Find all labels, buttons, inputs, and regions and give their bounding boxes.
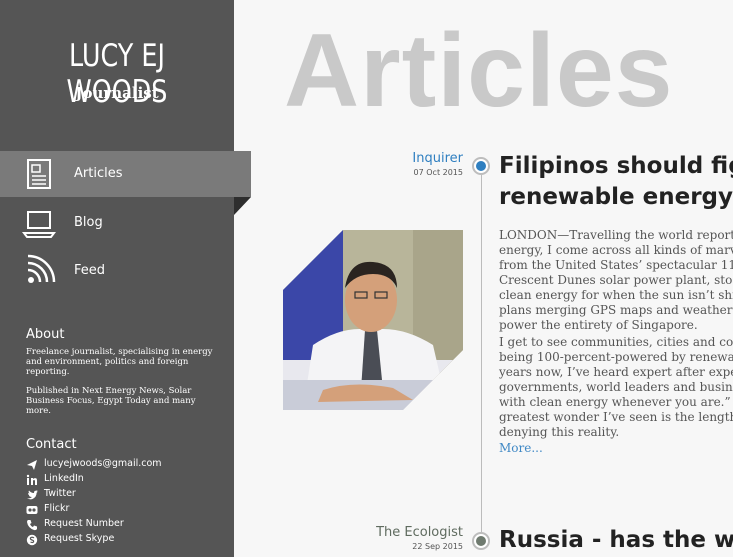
paragraph-line: clean energy for when the sun isn’t shin… [499,288,733,302]
about-text-2: Published in Next Energy News, Solar Bus… [26,386,216,416]
about-text-1: Freelance journalist, specialising in en… [26,347,216,377]
contact-phone-label: Request Number [44,518,124,529]
article-source[interactable]: Inquirer [412,151,463,166]
paragraph-line: greatest wonder I’ve seen is the lengths… [499,410,733,424]
article-title-line: renewable energy [499,184,733,210]
article-title[interactable]: Russia - has the world [499,525,733,556]
contact-flickr-label: Flickr [44,503,70,514]
paragraph-line: years now, I’ve heard expert after exper… [499,365,733,379]
laptop-icon [22,211,56,238]
about-line: reporting. [26,367,70,377]
nav-label-articles: Articles [74,166,123,181]
paragraph-line: denying this reality. [499,425,620,439]
article-date: 22 Sep 2015 [412,542,463,551]
contact-twitter-label: Twitter [44,488,76,499]
paragraph-line: LONDON—Travelling the world reporting o [499,228,733,242]
twitter-icon [27,490,38,500]
about-line: Business Focus, Egypt Today and many [26,396,196,406]
nav-item-articles[interactable]: Articles [0,151,251,197]
sidebar: LUCY EJ WOODS Journalist Articles Blog F… [0,0,251,557]
timeline-dot [472,532,490,550]
more-link[interactable]: More... [499,441,543,455]
about-line: more. [26,406,51,416]
article-title-line: Filipinos should fight [499,153,733,179]
site-role: Journalist [75,84,159,102]
rss-icon [27,254,56,283]
contact-skype-label: Request Skype [44,533,115,544]
nav-label-feed: Feed [74,263,106,278]
article-source[interactable]: The Ecologist [376,525,463,540]
phone-icon [27,520,37,531]
about-line: Freelance journalist, specialising in en… [26,347,213,357]
paragraph-line: from the United States’ spectacular 110-… [499,258,733,272]
paragraph-line: governments, world leaders and business: [499,380,733,394]
timeline-dot [472,157,490,175]
article-paragraph: LONDON—Travelling the world reporting o … [499,228,733,333]
contact-linkedin-label: LinkedIn [44,473,84,484]
page-title: Articles [284,13,674,129]
paragraph-line: power the entirety of Singapore. [499,318,698,332]
nav-label-blog: Blog [74,215,103,230]
article-photo[interactable] [283,230,463,410]
paragraph-line: with clean energy whenever you are.” But [499,395,733,409]
send-icon [27,460,37,470]
flickr-icon [26,506,38,514]
document-icon [27,159,51,189]
about-line: and environment, politics and foreign [26,357,189,367]
nav-item-feed[interactable]: Feed [0,248,234,294]
contact-email-label: lucyejwoods@gmail.com [44,458,162,469]
skype-icon [26,534,38,546]
article-title[interactable]: Filipinos should fight renewable energy [499,151,733,213]
about-line: Published in Next Energy News, Solar [26,386,192,396]
nav-item-blog[interactable]: Blog [0,200,234,246]
article-date: 07 Oct 2015 [413,168,463,177]
article-title-line: Russia - has the world [499,527,733,553]
contact-heading: Contact [26,437,77,452]
article-paragraph: I get to see communities, cities and cou… [499,335,733,440]
linkedin-icon [26,474,37,485]
paragraph-line: Crescent Dunes solar power plant, stockp… [499,273,733,287]
main-content: Articles Inquirer 07 Oct 2015 Filipinos … [234,0,733,557]
paragraph-line: I get to see communities, cities and cou… [499,335,733,349]
paragraph-line: being 100-percent-powered by renewable [499,350,733,364]
paragraph-line: plans merging GPS maps and weather data [499,303,733,317]
about-heading: About [26,327,65,342]
paragraph-line: energy, I come across all kinds of marve… [499,243,733,257]
timeline-line [481,165,482,545]
